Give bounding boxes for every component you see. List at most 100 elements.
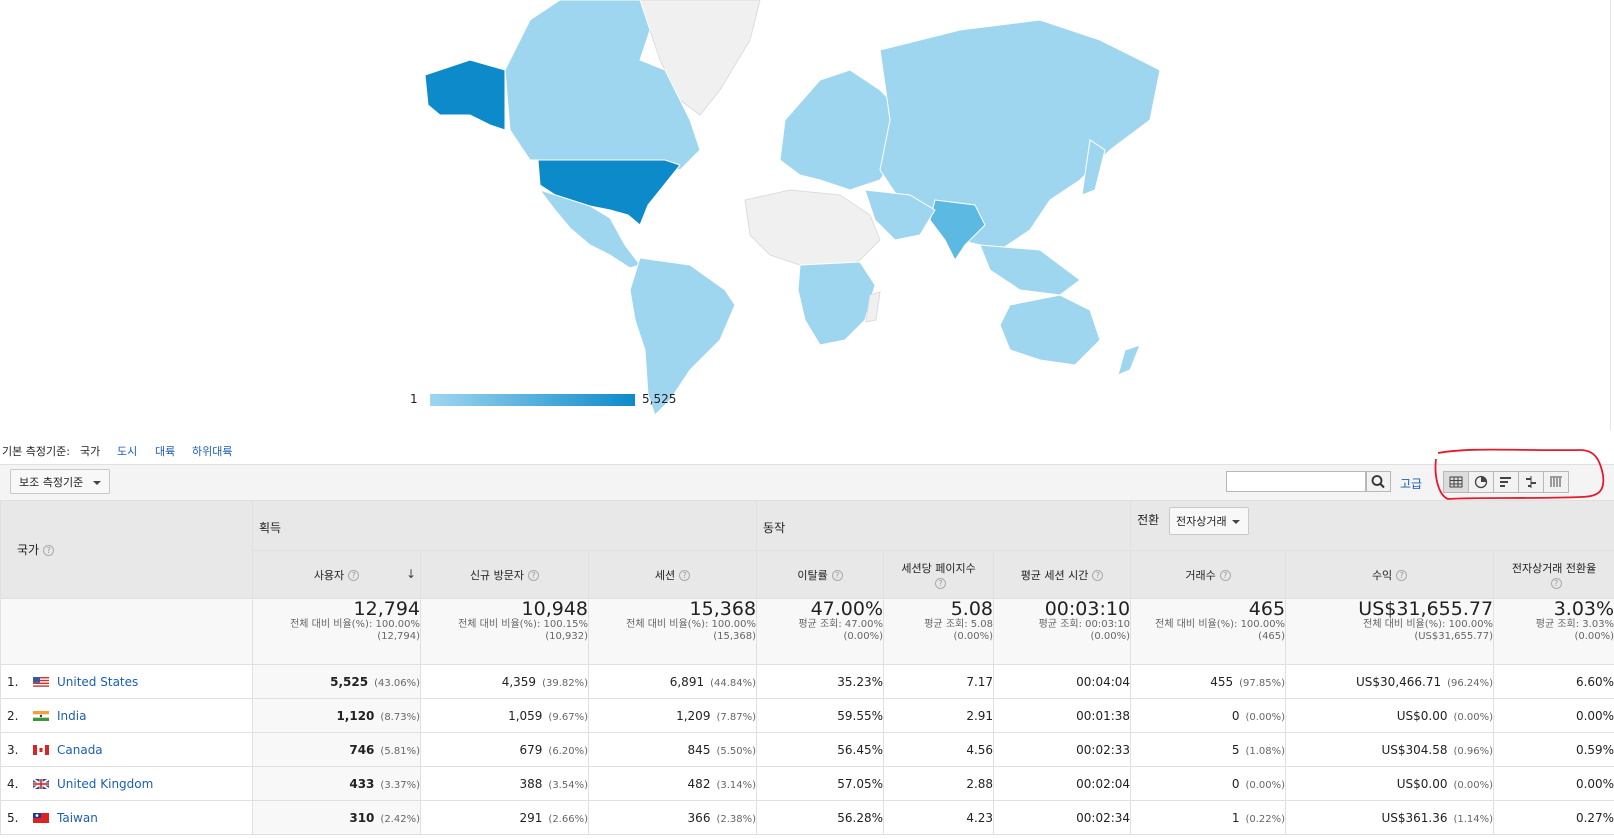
total-cell: 15,368 전체 대비 비율(%): 100.00% (15,368)	[587, 598, 758, 665]
help-icon[interactable]: ?	[679, 570, 691, 581]
acquisition-group-header: 획득	[251, 500, 758, 551]
column-header-sessions[interactable]: 세션?	[587, 550, 758, 599]
country-cell: 1. United States	[0, 664, 253, 699]
map-region-australia	[999, 294, 1101, 366]
column-header-bounce-rate[interactable]: 이탈률?	[756, 550, 885, 599]
table-search-input[interactable]	[1226, 471, 1366, 492]
flag-us-icon	[33, 677, 49, 687]
users-cell: 746 (5.81%)	[252, 732, 421, 767]
help-icon[interactable]: ?	[348, 570, 360, 581]
avg-duration-cell: 00:01:38	[993, 698, 1132, 733]
country-cell: 5. Taiwan	[0, 800, 253, 835]
pages-per-session-cell: 4.23	[883, 800, 995, 835]
total-cell: US$31,655.77 전체 대비 비율(%): 100.00% (US$31,6…	[1285, 598, 1495, 665]
bounce-rate-cell: 57.05%	[756, 766, 885, 801]
search-button[interactable]	[1366, 471, 1391, 492]
sessions-cell: 6,891 (44.84%)	[587, 664, 758, 699]
help-icon[interactable]: ?	[1092, 570, 1104, 581]
country-cell: 4. United Kingdom	[0, 766, 253, 801]
dimension-country-active: 국가	[80, 445, 101, 458]
conversion-rate-cell: 0.27%	[1493, 800, 1614, 835]
country-cell: 2. India	[0, 698, 253, 733]
help-icon[interactable]: ?	[1396, 570, 1408, 581]
map-region-alaska	[424, 59, 506, 131]
bounce-rate-cell: 56.28%	[756, 800, 885, 835]
column-header-new-visitors[interactable]: 신규 방문자?	[420, 550, 589, 599]
dimension-link-city[interactable]: 도시	[117, 443, 137, 459]
total-cell: 5.08 평균 조회: 5.08 (0.00%)	[883, 598, 995, 665]
secondary-dimension-dropdown[interactable]: 보조 측정기준	[10, 469, 110, 494]
country-link[interactable]: United States	[57, 675, 138, 689]
sessions-cell: 366 (2.38%)	[587, 800, 758, 835]
revenue-cell: US$0.00 (0.00%)	[1285, 766, 1495, 801]
revenue-cell: US$361.36 (1.14%)	[1285, 800, 1495, 835]
conversion-rate-cell: 0.59%	[1493, 732, 1614, 767]
total-cell: 47.00% 평균 조회: 47.00% (0.00%)	[756, 598, 885, 665]
primary-dimension-label: 기본 측정기준:	[2, 445, 70, 458]
help-icon[interactable]: ?	[935, 577, 947, 589]
country-link[interactable]: India	[57, 709, 86, 723]
table-row: 5. Taiwan 310 (2.42%) 291 (2.66%) 366 (2.38%) 56…	[0, 800, 1614, 835]
legend-min: 1	[410, 392, 418, 406]
world-map-svg[interactable]	[0, 0, 1614, 430]
bounce-rate-cell: 59.55%	[756, 698, 885, 733]
avg-duration-cell: 00:02:34	[993, 800, 1132, 835]
help-icon[interactable]: ?	[1550, 577, 1562, 589]
column-header-pages-per-session[interactable]: 세션당 페이지수?	[883, 550, 995, 599]
bounce-rate-cell: 35.23%	[756, 664, 885, 699]
report-table: 국가? 획득 동작 전환 전자상거래 사용자? ↓ 신규 방문자? 세션? 이탈률…	[0, 500, 1614, 835]
column-header-transactions[interactable]: 거래수?	[1130, 550, 1287, 599]
table-row: 2. India 1,120 (8.73%) 1,059 (9.67%) 1,209 (7.8…	[0, 698, 1614, 733]
column-header-users[interactable]: 사용자? ↓	[252, 550, 421, 599]
bounce-rate-cell: 56.45%	[756, 732, 885, 767]
column-header-revenue[interactable]: 수익?	[1285, 550, 1495, 599]
sessions-cell: 482 (3.14%)	[587, 766, 758, 801]
total-cell: 12,794 전체 대비 비율(%): 100.00% (12,794)	[252, 598, 421, 665]
conversion-rate-cell: 0.00%	[1493, 698, 1614, 733]
search-icon	[1371, 475, 1385, 489]
country-link[interactable]: Taiwan	[57, 811, 98, 825]
sort-descending-icon[interactable]: ↓	[406, 567, 416, 581]
world-map[interactable]: 1 5,525	[0, 0, 1614, 430]
users-cell: 1,120 (8.73%)	[252, 698, 421, 733]
new-visitors-cell: 679 (6.20%)	[420, 732, 589, 767]
avg-duration-cell: 00:02:33	[993, 732, 1132, 767]
dimension-link-subcontinent[interactable]: 하위대륙	[192, 443, 232, 459]
transactions-cell: 1 (0.22%)	[1130, 800, 1287, 835]
users-cell: 433 (3.37%)	[252, 766, 421, 801]
map-region-africa-south	[797, 261, 876, 346]
map-region-india	[929, 199, 986, 261]
table-row: 4. United Kingdom 433 (3.37%) 388 (3.54%) 482(…	[0, 766, 1614, 801]
pages-per-session-cell: 2.91	[883, 698, 995, 733]
table-toolbar: 보조 측정기준 고급	[0, 464, 1614, 501]
help-icon[interactable]: ?	[1219, 570, 1231, 581]
column-header-avg-session-duration[interactable]: 평균 세션 시간?	[993, 550, 1132, 599]
help-icon[interactable]: ?	[831, 570, 843, 581]
flag-canada-icon	[33, 745, 49, 755]
totals-label-cell	[0, 598, 253, 665]
table-row: 1. United States 5,525 (43.06%) 4,359 (39.82%…	[0, 664, 1614, 699]
country-link[interactable]: Canada	[57, 743, 103, 757]
column-header-ecommerce-conversion[interactable]: 전자상거래 전환율?	[1493, 550, 1614, 599]
flag-india-icon	[33, 711, 49, 721]
total-cell: 465 전체 대비 비율(%): 100.00% (465)	[1130, 598, 1287, 665]
new-visitors-cell: 4,359 (39.82%)	[420, 664, 589, 699]
legend-gradient	[430, 394, 635, 406]
flag-uk-icon	[33, 779, 49, 789]
advanced-filter-link[interactable]: 고급	[1400, 475, 1422, 492]
country-column-header[interactable]: 국가?	[0, 500, 253, 599]
primary-dimension-bar: 기본 측정기준: 국가 도시 대륙 하위대륙	[0, 440, 1614, 464]
conversion-rate-cell: 0.00%	[1493, 766, 1614, 801]
scrollbar[interactable]	[1610, 0, 1611, 430]
conversion-type-dropdown[interactable]: 전자상거래	[1168, 506, 1249, 535]
red-annotation-circle	[1434, 448, 1605, 500]
new-visitors-cell: 1,059 (9.67%)	[420, 698, 589, 733]
legend-max: 5,525	[642, 392, 677, 406]
total-cell: 00:03:10 평균 조회: 00:03:10 (0.00%)	[993, 598, 1132, 665]
help-icon[interactable]: ?	[43, 545, 55, 556]
total-cell: 3.03% 평균 조회: 3.03% (0.00%)	[1493, 598, 1614, 665]
dimension-link-continent[interactable]: 대륙	[155, 443, 175, 459]
country-link[interactable]: United Kingdom	[57, 777, 153, 791]
help-icon[interactable]: ?	[528, 570, 540, 581]
conversion-group-header: 전환 전자상거래	[1130, 500, 1614, 551]
